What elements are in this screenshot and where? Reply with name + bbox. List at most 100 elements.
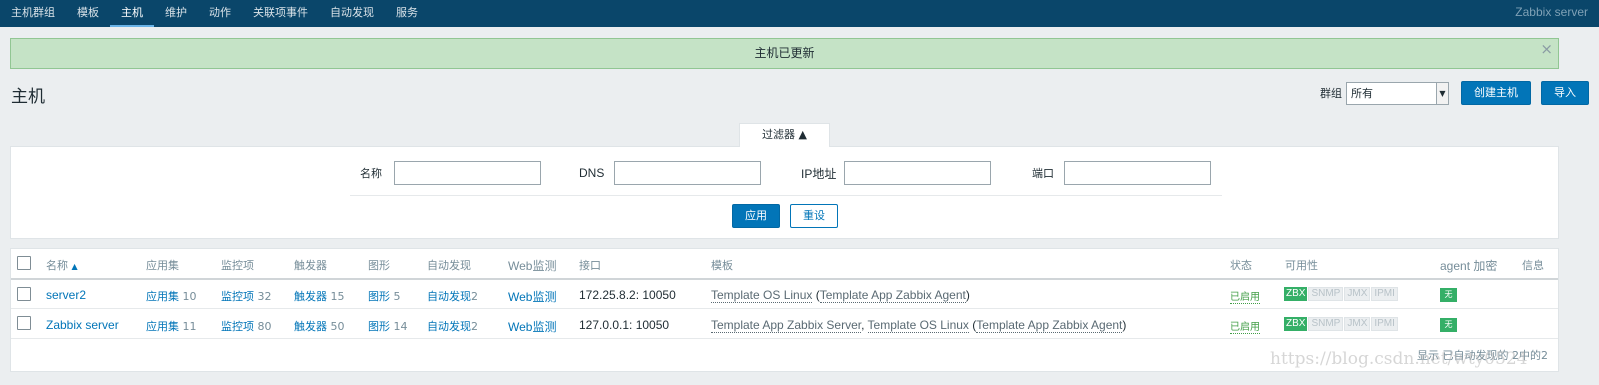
status-enabled-link[interactable]: 已启用 [1230,322,1260,334]
applications-link[interactable]: 应用集 [146,290,179,303]
zbx-badge: ZBX [1284,287,1308,301]
menu-item-event-correlation[interactable]: 关联项事件 [242,0,319,27]
import-button[interactable]: 导入 [1541,81,1589,105]
applications-cell: 应用集 11 [146,318,197,334]
items-cell: 监控项 32 [221,288,272,304]
discovery-link[interactable]: 自动发现 [427,290,471,303]
zbx-badge: ZBX [1284,317,1308,331]
template-link[interactable]: Template App Zabbix Agent [819,288,966,303]
header-status[interactable]: 状态 [1230,257,1252,273]
host-name-link[interactable]: server2 [46,288,86,302]
template-paren-open: ( [812,288,820,302]
host-name-link[interactable]: Zabbix server [46,318,119,332]
header-graphs: 图形 [368,259,390,272]
menu-item-maintenance[interactable]: 维护 [154,0,198,27]
triggers-link[interactable]: 触发器 [294,320,327,333]
header-applications: 应用集 [146,259,179,272]
menu-item-host-groups[interactable]: 主机群组 [0,0,66,27]
jmx-badge: JMX [1344,287,1371,301]
header-name[interactable]: 名称 ▲ [46,257,78,273]
filter-port-input[interactable] [1064,161,1211,185]
row-checkbox[interactable] [17,287,31,301]
header-encryption: agent 加密 [1440,259,1498,273]
web-link[interactable]: Web监测 [508,318,556,335]
template-link[interactable]: Template App Zabbix Server [711,318,862,333]
filter-dns-input[interactable] [614,161,762,185]
chevron-down-icon[interactable]: ▼ [1436,82,1448,104]
header-interface: 接口 [579,259,601,272]
group-select-value: 所有 [1351,86,1373,100]
templates-cell: Template App Zabbix Server, Template OS … [711,318,1127,333]
triggers-link[interactable]: 触发器 [294,290,327,303]
template-link[interactable]: Template App Zabbix Agent [976,318,1123,333]
applications-link[interactable]: 应用集 [146,320,179,333]
top-nav-bar: 主机群组 模板 主机 维护 动作 关联项事件 自动发现 服务 Zabbix se… [0,0,1599,27]
create-host-button[interactable]: 创建主机 [1461,81,1531,105]
availability-cell: ZBX SNMP JMX IPMI [1284,317,1399,331]
status-cell: 已启用 [1230,318,1260,334]
items-count: 80 [257,320,272,333]
menu-item-services[interactable]: 服务 [385,0,429,27]
ipmi-badge: IPMI [1371,317,1398,331]
close-icon[interactable]: × [1540,39,1553,59]
ipmi-badge: IPMI [1371,287,1398,301]
filter-buttons: 应用 重设 [732,204,838,228]
template-paren-close: ) [1122,318,1127,332]
filter-ip-input[interactable] [844,161,992,185]
graphs-link[interactable]: 图形 [368,290,390,303]
discovery-link[interactable]: 自动发现 [427,320,471,333]
filter-name-input[interactable] [394,161,541,185]
menu-item-actions[interactable]: 动作 [198,0,242,27]
encryption-cell: 无 [1440,287,1457,302]
header-web: Web监测 [508,259,557,273]
header-items: 监控项 [221,259,254,272]
filter-ip-field: IP地址 [801,161,992,185]
menu-item-templates[interactable]: 模板 [66,0,110,27]
availability-cell: ZBX SNMP JMX IPMI [1284,287,1399,301]
graphs-cell: 图形 5 [368,288,401,304]
web-link[interactable]: Web监测 [508,288,556,305]
success-message-text: 主机已更新 [754,46,815,60]
group-label: 群组 [1320,87,1342,100]
select-all-checkbox[interactable] [17,256,31,270]
template-paren-close: ) [965,288,970,302]
encryption-badge: 无 [1440,318,1457,332]
filter-ip-label: IP地址 [801,166,837,181]
table-row: server2 应用集 10 监控项 32 触发器 15 图形 5 自动发现2 … [11,280,1558,309]
template-separator: , [861,318,868,332]
filter-panel: 名称 DNS IP地址 端口 应用 重设 [10,146,1559,239]
menu-item-hosts[interactable]: 主机 [110,0,154,27]
filter-tab[interactable]: 过滤器 ▲ [739,123,830,147]
header-triggers: 触发器 [294,259,327,272]
filter-port-field: 端口 [1032,161,1211,185]
jmx-badge: JMX [1344,317,1371,331]
items-link[interactable]: 监控项 [221,290,254,303]
server-name: Zabbix server [1515,5,1588,19]
page-header-controls: 群组 所有 ▼ 创建主机 导入 [1320,81,1589,105]
applications-cell: 应用集 10 [146,288,197,304]
template-link[interactable]: Template OS Linux [867,318,969,333]
graphs-link[interactable]: 图形 [368,320,390,333]
discovery-count: 2 [471,320,478,333]
graphs-count: 14 [393,320,408,333]
template-link[interactable]: Template OS Linux [711,288,813,303]
row-checkbox[interactable] [17,316,31,330]
header-info: 信息 [1522,259,1544,272]
table-header: 名称 ▲ 应用集 监控项 触发器 图形 自动发现 Web监测 接口 模板 状态 … [11,249,1558,280]
main-menu: 主机群组 模板 主机 维护 动作 关联项事件 自动发现 服务 [0,0,429,27]
status-enabled-link[interactable]: 已启用 [1230,292,1260,304]
header-availability: 可用性 [1285,259,1318,272]
interface-value: 127.0.0.1: 10050 [579,318,670,332]
triggers-count: 50 [330,320,345,333]
reset-button[interactable]: 重设 [790,204,838,228]
watermark: https://blog.csdn.net/wty0524 [1270,349,1528,369]
items-link[interactable]: 监控项 [221,320,254,333]
triggers-cell: 触发器 50 [294,318,345,334]
group-select[interactable]: 所有 ▼ [1346,81,1449,105]
apply-button[interactable]: 应用 [732,204,780,228]
header-discovery: 自动发现 [427,259,471,272]
menu-item-discovery[interactable]: 自动发现 [319,0,385,27]
filter-port-label: 端口 [1032,167,1054,180]
triggers-cell: 触发器 15 [294,288,345,304]
discovery-cell: 自动发现2 [427,288,478,304]
